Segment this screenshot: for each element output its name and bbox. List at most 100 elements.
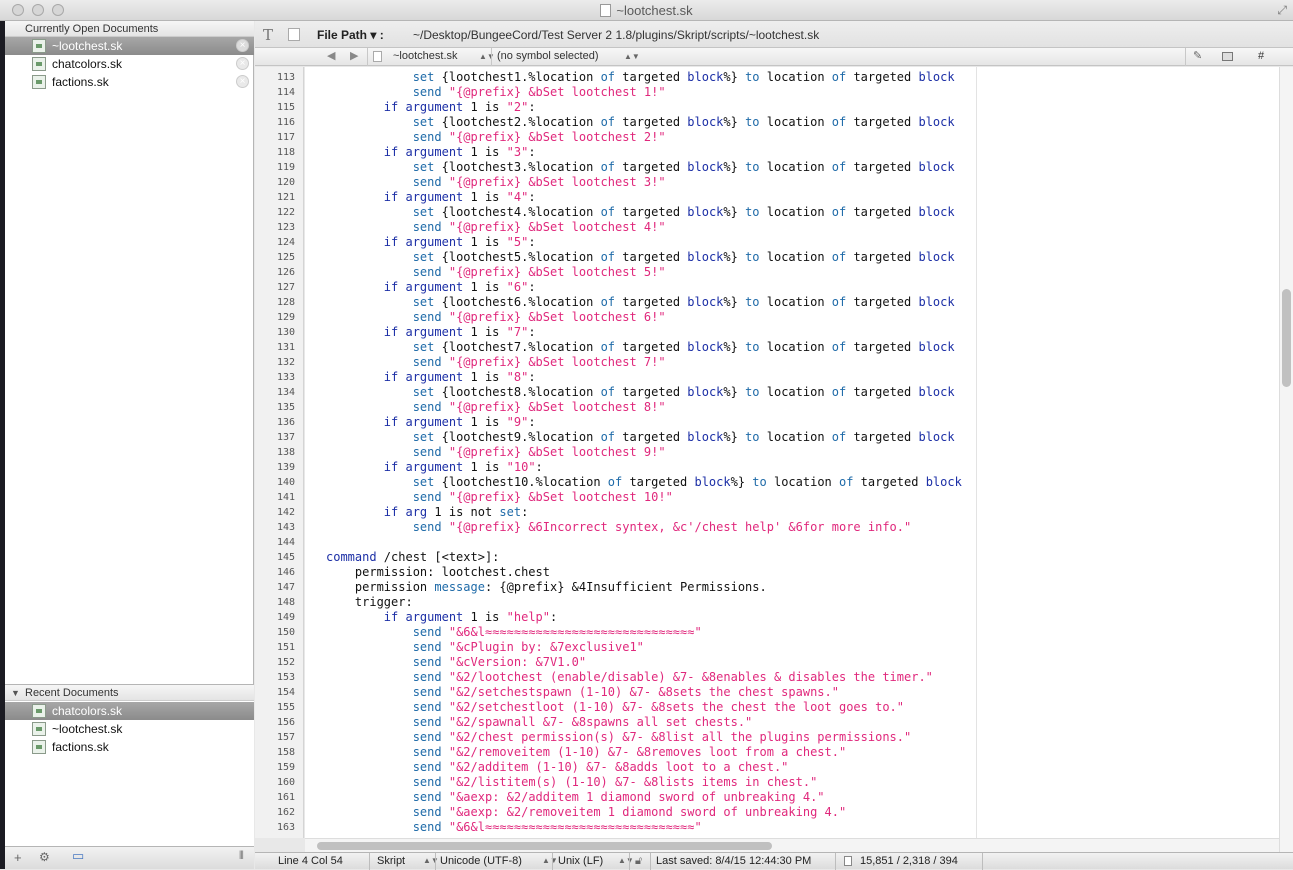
divider <box>982 853 983 870</box>
new-document-icon[interactable] <box>288 28 300 41</box>
line-endings-popup[interactable]: Unix (LF) <box>558 853 603 869</box>
recent-document-item[interactable]: ~lootchest.sk <box>5 720 254 738</box>
horizontal-scrollbar[interactable] <box>305 838 1279 852</box>
pencil-icon[interactable]: ✎ <box>1193 48 1202 65</box>
close-document-icon[interactable]: × <box>236 75 249 88</box>
recent-document-item[interactable]: factions.sk <box>5 738 254 756</box>
code-token: %} <box>723 70 746 84</box>
file-popup[interactable]: ~lootchest.sk <box>393 48 458 65</box>
code-token: send <box>412 490 442 504</box>
fullscreen-icon[interactable]: ⤢ <box>1277 3 1287 18</box>
code-token: block <box>918 385 955 399</box>
code-token: block <box>687 205 724 219</box>
code-editor[interactable]: set {lootchest1.%location of targeted bl… <box>305 67 1279 838</box>
line-number: 155 <box>276 702 295 713</box>
code-token: 1 is <box>463 145 507 159</box>
code-token: set <box>499 505 522 519</box>
code-token: argument <box>405 145 464 159</box>
code-token: send <box>412 310 442 324</box>
symbol-popup[interactable]: (no symbol selected) <box>497 48 599 65</box>
code-token: of <box>831 295 847 309</box>
line-number: 115 <box>276 102 295 113</box>
forward-arrow-icon[interactable]: ▶ <box>350 48 358 65</box>
line-number: 154 <box>276 687 295 698</box>
recent-document-item[interactable]: chatcolors.sk <box>5 702 254 720</box>
code-token: send <box>412 265 442 279</box>
encoding-popup-arrow-icon[interactable]: ▲▼ <box>542 853 558 869</box>
open-document-item[interactable]: ~lootchest.sk × <box>5 37 254 55</box>
panel-toggle-icon[interactable]: ▭ <box>72 848 84 864</box>
code-token: "{@prefix} &bSet lootchest 1!" <box>448 85 666 99</box>
sidebar-footer: + ⚙ ▭ ⦀ <box>5 846 254 869</box>
file-path-popup[interactable]: File Path ▾ : <box>317 28 384 42</box>
code-line: send "&2/spawnall &7- &8spawns all set c… <box>326 715 753 730</box>
code-line: set {lootchest9.%location of targeted bl… <box>326 430 955 445</box>
code-line: send "{@prefix} &bSet lootchest 8!" <box>326 400 666 415</box>
document-proxy-icon[interactable] <box>600 4 612 17</box>
vertical-scrollbar[interactable] <box>1279 67 1293 852</box>
close-document-icon[interactable]: × <box>236 39 249 52</box>
resize-grip-icon[interactable]: ⦀ <box>239 850 244 863</box>
navigation-bar: ◀ ▶ ~lootchest.sk ▲▼ (no symbol selected… <box>255 48 1293 66</box>
symbol-popup-arrow-icon[interactable]: ▲▼ <box>624 48 640 65</box>
open-document-item[interactable]: chatcolors.sk × <box>5 55 254 73</box>
code-line: send "&aexp: &2/additem 1 diamond sword … <box>326 790 825 805</box>
code-line: send "&2/listitem(s) (1-10) &7- &8lists … <box>326 775 818 790</box>
code-token: set <box>412 70 435 84</box>
open-document-label: ~lootchest.sk <box>52 39 123 53</box>
divider <box>1185 48 1186 66</box>
line-number: 163 <box>276 822 295 833</box>
hash-menu-icon[interactable]: # <box>1258 48 1264 65</box>
code-token: send <box>412 730 442 744</box>
code-token: : <box>528 370 536 384</box>
code-token: of <box>607 475 623 489</box>
code-token: of <box>600 115 616 129</box>
file-popup-arrow-icon[interactable]: ▲▼ <box>479 48 495 65</box>
code-token: "7" <box>506 325 529 339</box>
code-line: if argument 1 is "3": <box>326 145 536 160</box>
code-token: of <box>600 385 616 399</box>
add-icon[interactable]: + <box>14 850 22 865</box>
code-token: {lootchest3.%location <box>434 160 601 174</box>
code-token: block <box>687 160 724 174</box>
close-document-icon[interactable]: × <box>236 57 249 70</box>
language-popup-arrow-icon[interactable]: ▲▼ <box>423 853 439 869</box>
document-menu-icon[interactable] <box>1222 52 1233 61</box>
disclosure-triangle-icon[interactable]: ▼ <box>11 685 20 701</box>
horizontal-scroll-thumb[interactable] <box>317 842 772 850</box>
code-token: location <box>759 205 832 219</box>
cursor-position[interactable]: Line 4 Col 54 <box>278 853 343 869</box>
lock-icon[interactable]: 🔓︎ <box>635 853 642 869</box>
code-token: location <box>759 385 832 399</box>
code-line: send "&2/removeitem (1-10) &7- &8removes… <box>326 745 847 760</box>
code-token: "9" <box>506 415 529 429</box>
encoding-popup[interactable]: Unicode (UTF-8) <box>440 853 522 869</box>
line-endings-popup-arrow-icon[interactable]: ▲▼ <box>618 853 634 869</box>
line-number: 151 <box>276 642 295 653</box>
line-number: 133 <box>276 372 295 383</box>
code-line: set {lootchest5.%location of targeted bl… <box>326 250 955 265</box>
code-token: "&2/setchestloot (1-10) &7- &8sets the c… <box>448 700 904 714</box>
recent-documents-header[interactable]: ▼ Recent Documents <box>5 685 254 701</box>
code-token: "&aexp: &2/removeitem 1 diamond sword of… <box>448 805 847 819</box>
text-tool-icon[interactable]: T <box>263 26 273 44</box>
vertical-scroll-thumb[interactable] <box>1282 289 1291 387</box>
gear-menu-icon[interactable]: ⚙ <box>39 850 50 864</box>
language-popup[interactable]: Skript <box>377 853 405 869</box>
code-token: targeted <box>615 115 688 129</box>
back-arrow-icon[interactable]: ◀ <box>327 48 335 65</box>
open-document-item[interactable]: factions.sk × <box>5 73 254 91</box>
code-token: "&2/setchestspawn (1-10) &7- &8sets the … <box>448 685 839 699</box>
code-token: permission: lootchest.chest <box>326 565 550 579</box>
